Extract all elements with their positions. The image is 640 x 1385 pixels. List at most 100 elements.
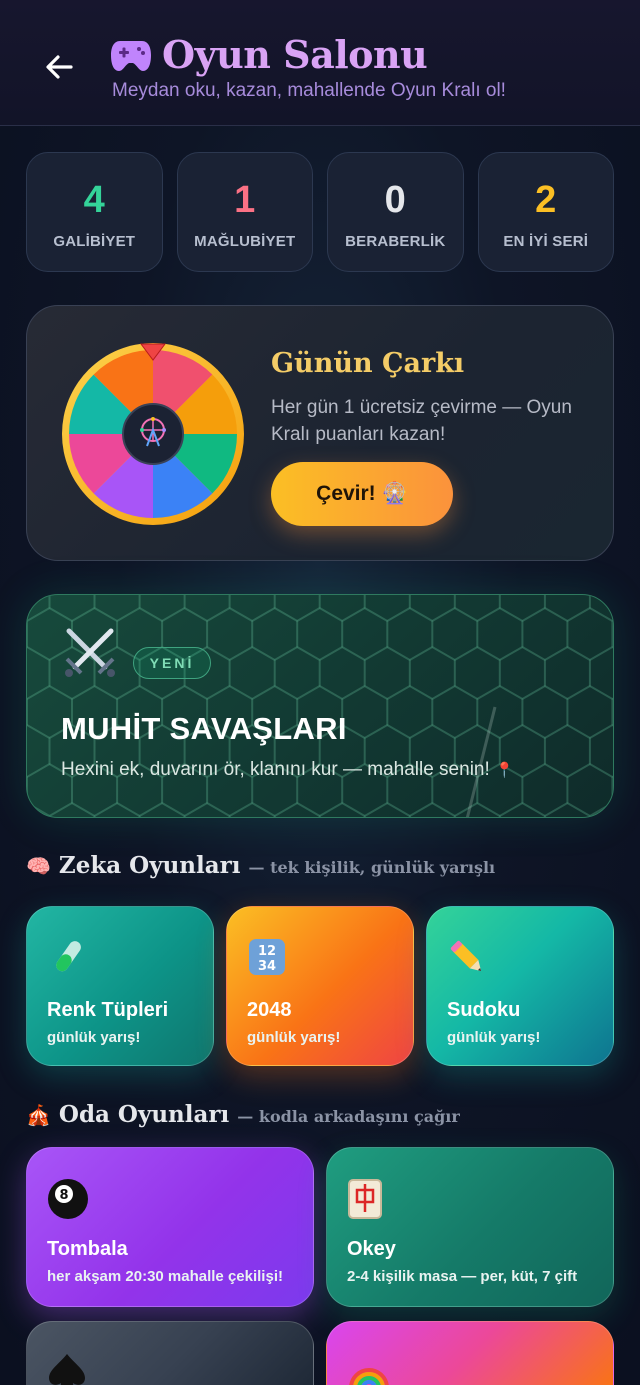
brain-icon: 🧠 — [26, 856, 51, 878]
hex-cell — [476, 684, 524, 740]
spin-button[interactable]: Çevir! 🎡 — [271, 462, 453, 526]
hex-cell — [476, 606, 524, 662]
stat-label: EN İYİ SERİ — [503, 232, 589, 250]
game-name: Renk Tüpleri — [47, 999, 169, 1021]
page-title: Oyun Salonu — [162, 32, 428, 77]
hex-cell — [93, 595, 141, 623]
svg-text:12: 12 — [258, 944, 276, 959]
hex-cell — [273, 645, 321, 701]
oda-section-header: 🎪 Oda Oyunları — kodla arkadaşını çağır — [26, 1101, 460, 1128]
stat-value: 1 — [234, 178, 256, 221]
hex-cell — [431, 684, 479, 740]
hex-cell — [521, 684, 569, 740]
stat-wins: 4 GALİBİYET — [26, 152, 163, 272]
hex-cell — [386, 684, 434, 740]
stat-best-streak: 2 EN İYİ SERİ — [477, 152, 614, 272]
new-badge: YENİ — [133, 647, 211, 679]
page-subtitle: Meydan oku, kazan, mahallende Oyun Kralı… — [112, 80, 506, 101]
svg-text:34: 34 — [258, 959, 276, 974]
game-subtitle: günlük yarış! — [447, 1029, 541, 1046]
game-tile-tombala[interactable]: 8 Tombala her akşam 20:30 mahalle çekili… — [26, 1147, 314, 1307]
hex-cell — [408, 801, 456, 817]
hex-cell — [228, 645, 276, 701]
game-tile-sudoku[interactable]: Sudoku günlük yarış! — [426, 906, 614, 1066]
muhit-description-text: Hexini ek, duvarını ör, klanını kur — ma… — [61, 759, 490, 780]
game-tile-okey[interactable]: Okey 2-4 kişilik masa — per, küt, 7 çift — [326, 1147, 614, 1307]
section-title: Oda Oyunları — [58, 1101, 230, 1128]
zeka-section-header: 🧠 Zeka Oyunları — tek kişilik, günlük ya… — [26, 852, 495, 879]
game-tile-spades[interactable] — [26, 1321, 314, 1385]
hex-cell — [48, 801, 96, 817]
game-name: Tombala — [47, 1238, 128, 1260]
hex-cell — [566, 606, 613, 662]
muhit-savaslari-card[interactable]: YENİ MUHİT SAVAŞLARI Hexini ek, duvarını… — [26, 594, 614, 818]
game-tile-renk-tupleri[interactable]: Renk Tüpleri günlük yarış! — [26, 906, 214, 1066]
back-button[interactable] — [40, 48, 78, 86]
stat-draws: 0 BERABERLİK — [327, 152, 464, 272]
hex-cell — [273, 801, 321, 817]
prize-wheel[interactable] — [61, 342, 245, 526]
hex-cell — [588, 723, 613, 779]
game-subtitle: günlük yarış! — [247, 1029, 341, 1046]
rainbow-icon — [349, 1368, 389, 1385]
mahjong-tile-icon — [348, 1179, 382, 1219]
svg-text:8: 8 — [59, 1188, 68, 1203]
stat-value: 0 — [384, 178, 406, 221]
wheel-title: Günün Çarkı — [271, 348, 465, 379]
crossed-swords-icon — [65, 628, 115, 677]
hex-cell — [27, 723, 51, 779]
hex-cell — [611, 775, 613, 805]
hex-cell — [363, 645, 411, 701]
hex-cell — [273, 595, 321, 623]
hex-cell — [566, 684, 613, 740]
wheel-description: Her gün 1 ücretsiz çevirme — Oyun Kralı … — [271, 397, 572, 445]
stat-losses: 1 MAĞLUBİYET — [176, 152, 313, 272]
hex-cell — [453, 645, 501, 701]
hex-cell — [183, 595, 231, 623]
section-subtitle: — kodla arkadaşını çağır — [237, 1107, 460, 1126]
hex-cell — [138, 801, 186, 817]
game-name: Sudoku — [447, 999, 521, 1021]
hex-cell — [408, 595, 456, 623]
game-name: 2048 — [247, 999, 292, 1021]
arrow-left-icon — [46, 55, 73, 79]
hex-cell — [386, 606, 434, 662]
gamepad-icon — [111, 40, 151, 71]
hex-cell — [296, 606, 344, 662]
ferris-wheel-icon: 🎡 — [381, 482, 408, 505]
hex-cell — [521, 762, 569, 817]
hex-cell — [93, 801, 141, 817]
hex-cell — [341, 606, 389, 662]
hex-cell — [588, 801, 613, 817]
muhit-description: Hexini ek, duvarını ör, klanını kur — ma… — [61, 759, 514, 781]
hex-cell — [611, 697, 613, 727]
hex-cell — [138, 595, 186, 623]
game-subtitle: 2-4 kişilik masa — per, küt, 7 çift — [347, 1268, 578, 1285]
hex-cell — [498, 801, 546, 817]
hex-cell — [543, 723, 591, 779]
hex-cell — [588, 645, 613, 701]
game-subtitle: günlük yarış! — [47, 1029, 141, 1046]
stat-value: 2 — [535, 178, 557, 221]
muhit-title: MUHİT SAVAŞLARI — [61, 711, 347, 746]
game-subtitle: her akşam 20:30 mahalle çekilişi! — [47, 1268, 283, 1285]
hex-cell — [27, 801, 51, 817]
hex-cell — [498, 645, 546, 701]
stat-label: GALİBİYET — [53, 232, 136, 250]
game-tile-rainbow[interactable] — [326, 1321, 614, 1385]
hex-cell — [341, 684, 389, 740]
hex-cell — [228, 801, 276, 817]
stats-row: 4 GALİBİYET 1 MAĞLUBİYET 0 BERABERLİK 2 … — [26, 152, 614, 272]
pin-icon: 📍 — [495, 762, 514, 779]
pencil-icon — [450, 940, 482, 972]
stat-label: BERABERLİK — [345, 232, 446, 250]
spade-icon — [49, 1354, 85, 1385]
test-tube-icon — [56, 941, 81, 972]
hex-cell — [543, 801, 591, 817]
hex-cell — [453, 595, 501, 623]
hex-cell — [521, 606, 569, 662]
game-tile-2048[interactable]: 12 34 2048 günlük yarış! — [226, 906, 414, 1066]
hex-cell — [543, 645, 591, 701]
game-name: Okey — [347, 1238, 396, 1260]
hex-cell — [453, 801, 501, 817]
